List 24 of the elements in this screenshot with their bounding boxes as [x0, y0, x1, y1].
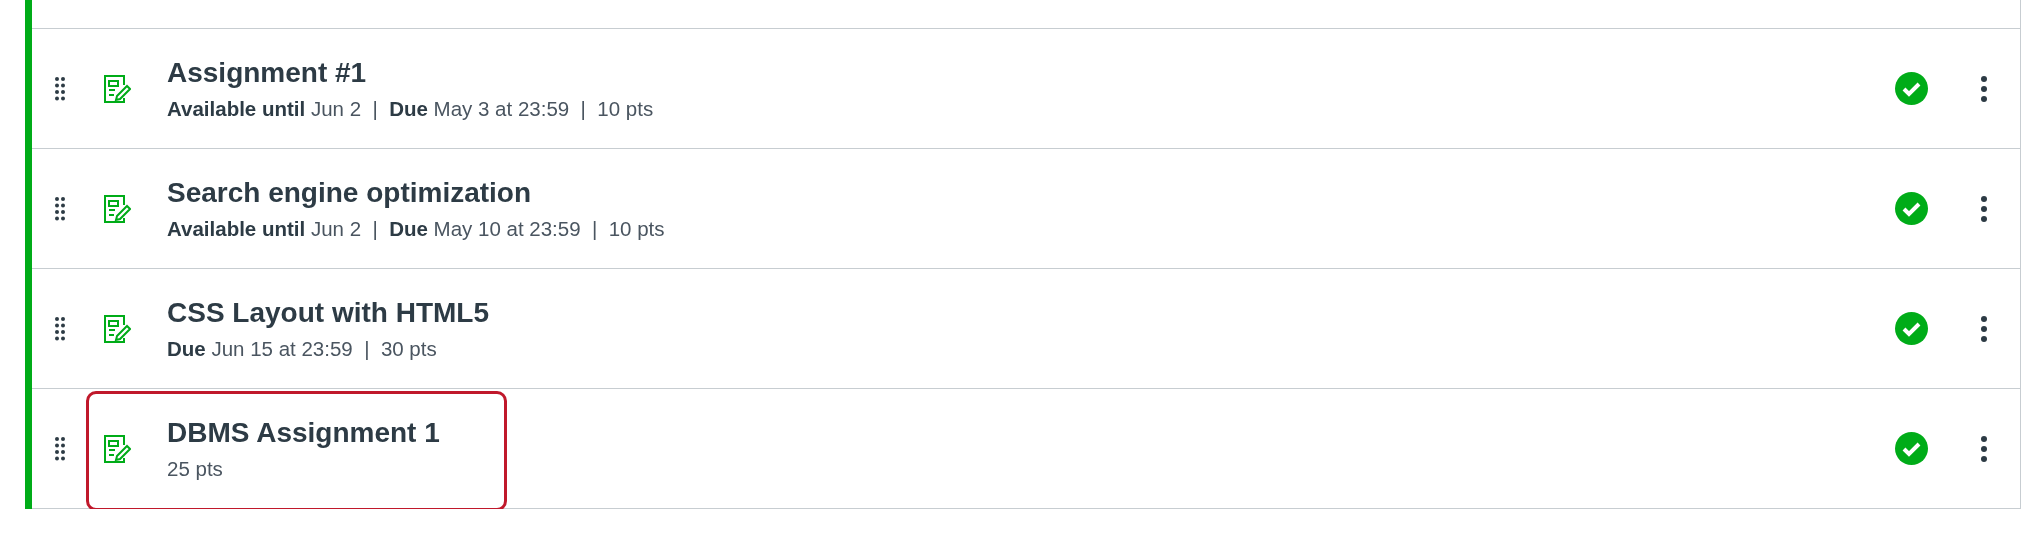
more-options-icon[interactable]: [1980, 194, 1988, 223]
assignment-title[interactable]: CSS Layout with HTML5: [167, 296, 489, 329]
assignment-title[interactable]: Search engine optimization: [167, 176, 532, 209]
drag-handle-icon[interactable]: [55, 195, 65, 222]
assignment-icon: [103, 433, 131, 464]
assignment-icon: [103, 313, 131, 344]
more-options-icon[interactable]: [1980, 434, 1988, 463]
drag-handle-icon[interactable]: [55, 435, 65, 462]
assignment-details: 25 pts: [167, 456, 223, 481]
assignment-icon: [103, 73, 131, 104]
published-check-icon[interactable]: [1895, 432, 1928, 465]
assignment-details: Available until Jun 2 | Due May 3 at 23:59 | 10 pts: [167, 96, 654, 121]
assignment-icon: [103, 193, 131, 224]
published-check-icon[interactable]: [1895, 192, 1928, 225]
assignment-details: Available until Jun 2 | Due May 10 at 23:59 | 10 pts: [167, 216, 665, 241]
more-options-icon[interactable]: [1980, 74, 1988, 103]
published-check-icon[interactable]: [1895, 312, 1928, 345]
drag-handle-icon[interactable]: [55, 315, 65, 342]
assignment-title[interactable]: DBMS Assignment 1: [167, 416, 440, 449]
drag-handle-icon[interactable]: [55, 75, 65, 102]
assignment-title[interactable]: Assignment #1: [167, 56, 367, 89]
published-check-icon[interactable]: [1895, 72, 1928, 105]
more-options-icon[interactable]: [1980, 314, 1988, 343]
assignment-details: Due Jun 15 at 23:59 | 30 pts: [167, 336, 437, 361]
